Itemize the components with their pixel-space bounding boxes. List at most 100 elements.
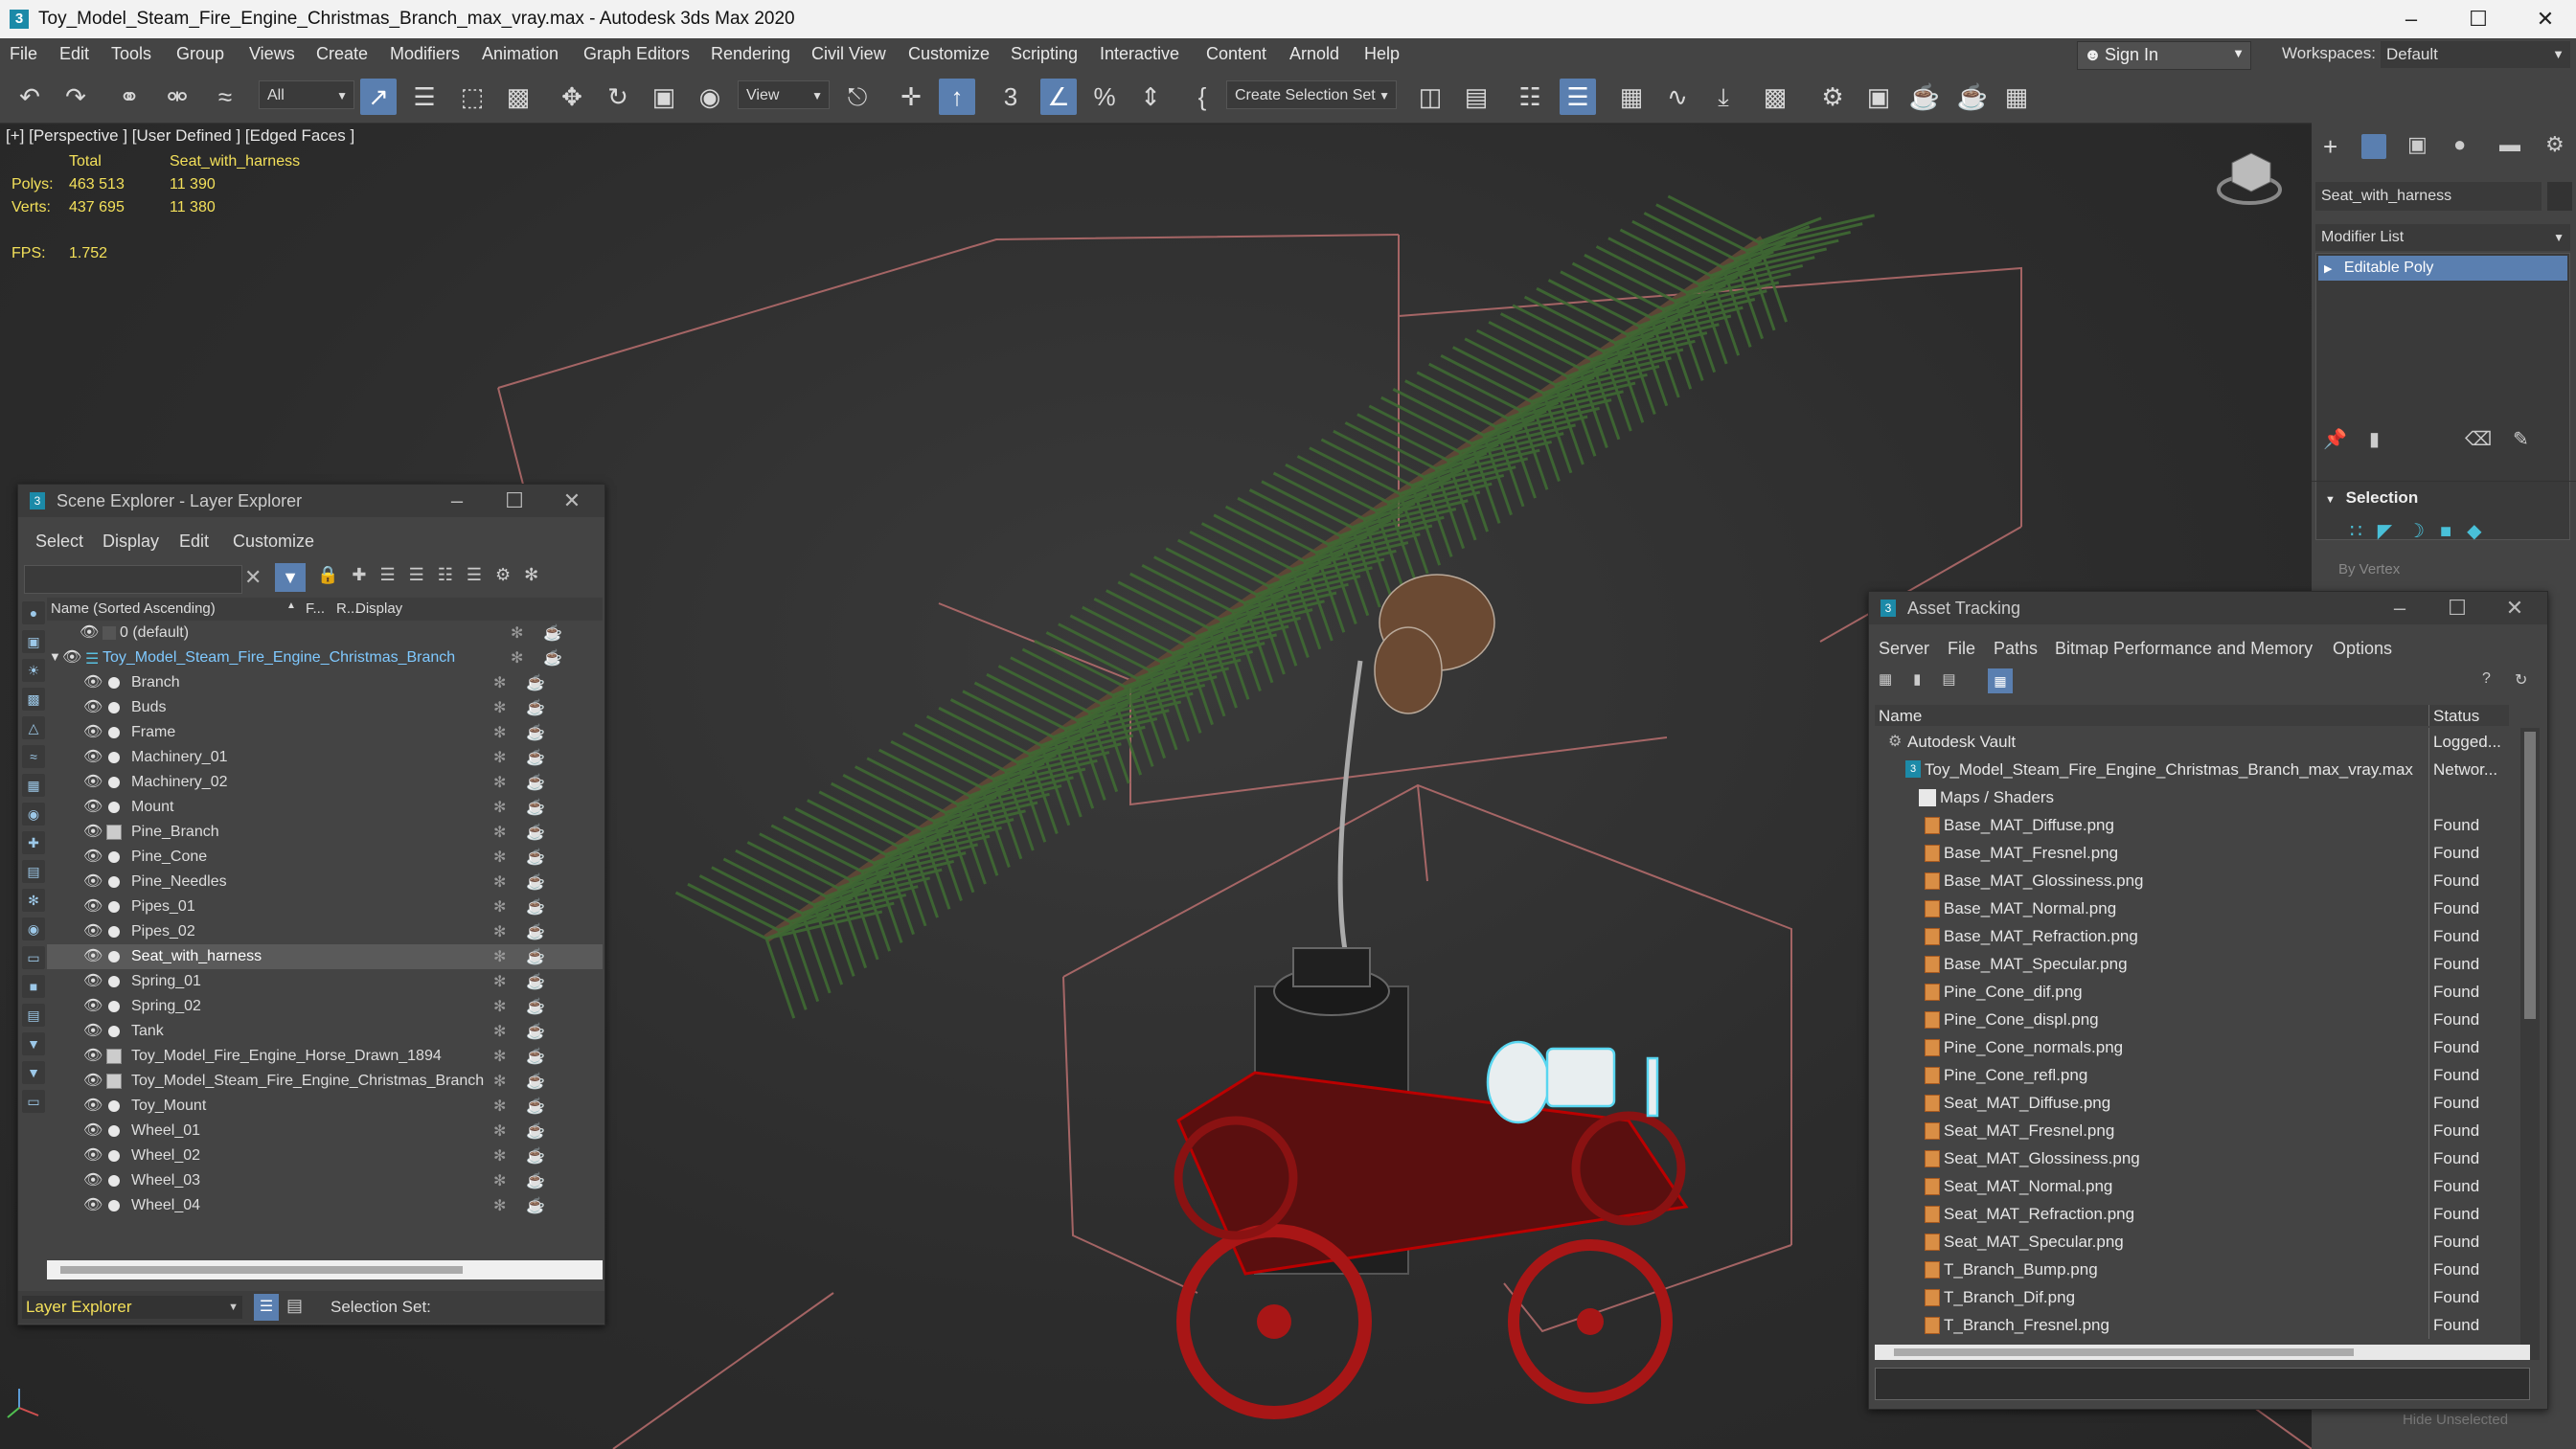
- render-icon[interactable]: ☕: [543, 623, 562, 643]
- layer-object-row[interactable]: 👁 Wheel_02 ✻ ☕: [47, 1143, 603, 1168]
- asset-row-file[interactable]: Base_MAT_Normal.png Found: [1875, 894, 2497, 922]
- viewport-label[interactable]: [+] [Perspective ] [User Defined ] [Edge…: [6, 126, 354, 146]
- select-object-icon[interactable]: ↗: [360, 79, 397, 115]
- menu-interactive[interactable]: Interactive: [1100, 44, 1179, 64]
- keyboard-shortcut-override-icon[interactable]: ↑: [939, 79, 975, 115]
- asset-row-file[interactable]: Pine_Cone_displ.png Found: [1875, 1006, 2497, 1033]
- render-icon[interactable]: ☕: [526, 1121, 545, 1141]
- show-end-result-icon[interactable]: ▮: [2369, 427, 2380, 451]
- freeze-icon[interactable]: ✻: [493, 947, 506, 966]
- bind-spacewarp-icon[interactable]: ≈: [207, 79, 243, 115]
- filter-icon[interactable]: ▼: [275, 563, 306, 592]
- layer-object-row[interactable]: 👁 Pine_Needles ✻ ☕: [47, 870, 603, 894]
- visibility-eye-icon[interactable]: 👁: [83, 923, 103, 940]
- column-display-header[interactable]: Display: [355, 600, 402, 617]
- layer-object-row[interactable]: 👁 Tank ✻ ☕: [47, 1019, 603, 1044]
- sub-object-level-icons[interactable]: ∷◤☽■◆: [2350, 519, 2497, 543]
- visibility-eye-icon[interactable]: 👁: [83, 774, 103, 791]
- scrollbar-thumb[interactable]: [2524, 732, 2536, 1019]
- maximize-icon[interactable]: ☐: [2428, 594, 2486, 623]
- render-icon[interactable]: ☕: [526, 823, 545, 842]
- freeze-icon[interactable]: ✻: [493, 972, 506, 991]
- maximize-icon[interactable]: ☐: [486, 487, 543, 515]
- layer-object-row[interactable]: 👁 Wheel_01 ✻ ☕: [47, 1119, 603, 1143]
- motion-tab-icon[interactable]: ●: [2453, 132, 2466, 157]
- table-view-icon[interactable]: ▦: [1988, 668, 2013, 693]
- visibility-eye-icon[interactable]: 👁: [83, 674, 103, 691]
- menu-modifiers[interactable]: Modifiers: [390, 44, 460, 64]
- spinner-snap-icon[interactable]: ⇕: [1132, 79, 1169, 115]
- render-icon[interactable]: ☕: [526, 1097, 545, 1116]
- visibility-eye-icon[interactable]: 👁: [83, 973, 103, 990]
- visibility-eye-icon[interactable]: 👁: [83, 998, 103, 1015]
- freeze-icon[interactable]: ✻: [493, 723, 506, 742]
- collapse-icon[interactable]: ▼: [49, 649, 61, 664]
- asset-row-file[interactable]: T_Branch_Bump.png Found: [1875, 1256, 2497, 1283]
- asset-row-file[interactable]: Seat_MAT_Specular.png Found: [1875, 1228, 2497, 1256]
- modify-tab-icon[interactable]: [2361, 134, 2386, 159]
- render-icon[interactable]: ☕: [526, 798, 545, 817]
- explorer-mode-dropdown[interactable]: Layer Explorer ▼: [22, 1296, 242, 1319]
- render-production-icon[interactable]: ☕: [1906, 79, 1943, 115]
- visibility-eye-icon[interactable]: 👁: [83, 898, 103, 916]
- move-icon[interactable]: ✥: [554, 79, 590, 115]
- rotate-icon[interactable]: ↻: [600, 79, 636, 115]
- visibility-eye-icon[interactable]: 👁: [83, 849, 103, 866]
- se-menu-select[interactable]: Select: [35, 532, 83, 552]
- layer-object-row[interactable]: 👁 Machinery_02 ✻ ☕: [47, 770, 603, 795]
- stack-item[interactable]: ▶ Editable Poly: [2318, 256, 2567, 281]
- at-menu-options[interactable]: Options: [2333, 639, 2392, 659]
- window-crossing-icon[interactable]: ▩: [500, 79, 536, 115]
- scrollbar-thumb[interactable]: [1894, 1348, 2354, 1356]
- visibility-eye-icon[interactable]: 👁: [83, 873, 103, 891]
- render-icon[interactable]: ☕: [526, 673, 545, 692]
- layer-row-root[interactable]: ▼ 👁 ☰ Toy_Model_Steam_Fire_Engine_Christ…: [47, 645, 603, 670]
- render-icon[interactable]: ☕: [526, 922, 545, 941]
- rendered-frame-window-icon[interactable]: ▣: [1860, 79, 1897, 115]
- render-icon[interactable]: ☕: [526, 848, 545, 867]
- freeze-icon[interactable]: ✻: [493, 1022, 506, 1041]
- render-icon[interactable]: ☕: [526, 1047, 545, 1066]
- visibility-eye-icon[interactable]: 👁: [83, 749, 103, 766]
- visibility-eye-icon[interactable]: 👁: [83, 799, 103, 816]
- minimize-icon[interactable]: –: [428, 487, 486, 515]
- layer-object-row[interactable]: 👁 Pine_Cone ✻ ☕: [47, 845, 603, 870]
- angle-snap-icon[interactable]: ∠: [1040, 79, 1077, 115]
- layer-tool-icons[interactable]: 🔒✚☰☰☷☰⚙✻: [317, 565, 552, 585]
- layer-object-row[interactable]: 👁 Wheel_04 ✻ ☕: [47, 1193, 603, 1218]
- freeze-icon[interactable]: ✻: [493, 872, 506, 892]
- render-icon[interactable]: ☕: [526, 972, 545, 991]
- rect-selection-icon[interactable]: ⬚: [454, 79, 490, 115]
- unlink-icon[interactable]: ⚮: [159, 79, 195, 115]
- at-menu-bitmap-performance[interactable]: Bitmap Performance and Memory: [2055, 639, 2313, 659]
- visibility-eye-icon[interactable]: 👁: [83, 824, 103, 841]
- menu-file[interactable]: File: [10, 44, 37, 64]
- menu-tools[interactable]: Tools: [111, 44, 151, 64]
- configure-modifier-sets-icon[interactable]: ✎: [2513, 427, 2529, 451]
- layer-object-row[interactable]: 👁 Branch ✻ ☕: [47, 670, 603, 695]
- visibility-eye-icon[interactable]: 👁: [83, 1122, 103, 1140]
- refresh-icon[interactable]: ↻: [2515, 670, 2527, 690]
- asset-row-max-file[interactable]: 3 Toy_Model_Steam_Fire_Engine_Christmas_…: [1875, 756, 2497, 783]
- minimize-icon[interactable]: –: [2387, 4, 2435, 34]
- asset-row-file[interactable]: Seat_MAT_Refraction.png Found: [1875, 1200, 2497, 1228]
- freeze-icon[interactable]: ✻: [511, 623, 523, 643]
- render-icon[interactable]: ☕: [526, 723, 545, 742]
- asset-row-file[interactable]: Base_MAT_Glossiness.png Found: [1875, 867, 2497, 894]
- object-name-field[interactable]: Seat_with_harness: [2315, 182, 2542, 211]
- selection-set-dropdown[interactable]: Create Selection Set ▼: [1226, 80, 1397, 109]
- render-shortcuts-icon[interactable]: ▦: [1998, 79, 2035, 115]
- layer-object-row[interactable]: 👁 Mount ✻ ☕: [47, 795, 603, 820]
- edit-named-selection-icon[interactable]: {: [1184, 79, 1220, 115]
- toggle-ribbon-icon[interactable]: ▦: [1613, 79, 1650, 115]
- percent-snap-icon[interactable]: %: [1086, 79, 1123, 115]
- render-icon[interactable]: ☕: [526, 997, 545, 1016]
- asset-row-file[interactable]: Pine_Cone_refl.png Found: [1875, 1061, 2497, 1089]
- layer-object-row[interactable]: 👁 Seat_with_harness ✻ ☕: [47, 944, 603, 969]
- hierarchy-mode-icon[interactable]: ▤: [286, 1296, 303, 1316]
- pin-stack-icon[interactable]: 📌: [2323, 427, 2347, 451]
- asset-view-icons[interactable]: ▦▮▤: [1879, 670, 1977, 688]
- render-icon[interactable]: ☕: [526, 1146, 545, 1166]
- freeze-icon[interactable]: ✻: [493, 1171, 506, 1190]
- horizontal-scrollbar[interactable]: [1875, 1345, 2530, 1360]
